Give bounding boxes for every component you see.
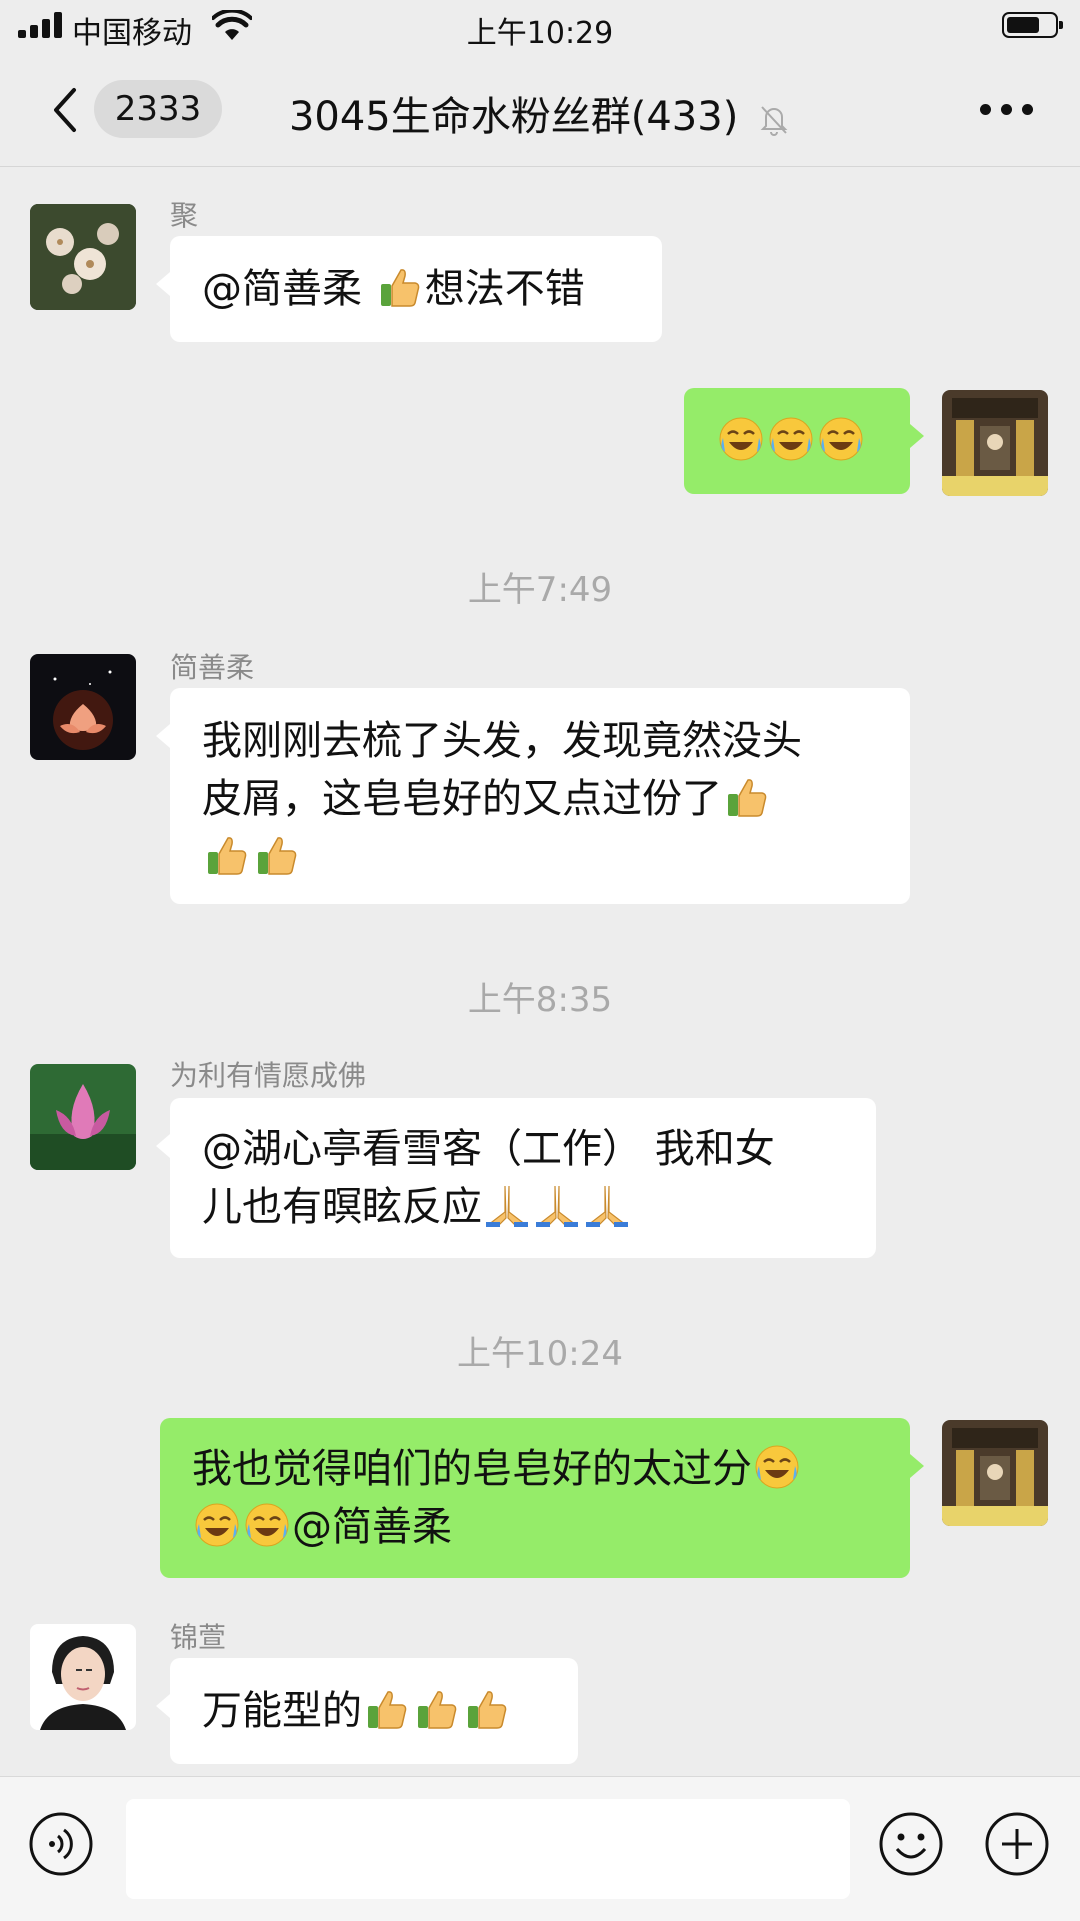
- timestamp: 上午8:35: [467, 980, 613, 1020]
- sender-name: 简善柔: [170, 651, 255, 684]
- avatar[interactable]: [30, 1624, 136, 1730]
- message-input[interactable]: [126, 1799, 850, 1899]
- message-bubble[interactable]: @简善柔 想法不错: [156, 236, 662, 342]
- avatar[interactable]: [30, 1064, 136, 1170]
- message-text-line: @湖心亭看雪客（工作） 我和女: [202, 1126, 775, 1172]
- battery-icon: [1002, 12, 1063, 38]
- folded-hands-icon: [486, 1185, 528, 1227]
- thumbs-up-icon: [728, 779, 767, 817]
- sender-name: 锦萱: [170, 1621, 227, 1654]
- laugh-cry-emoji-icon: [245, 1503, 289, 1547]
- my-avatar[interactable]: [942, 1420, 1048, 1526]
- timestamp: 上午10:24: [457, 1334, 623, 1374]
- message-text: 万能型的: [202, 1688, 362, 1734]
- thumbs-up-icon: [368, 1691, 407, 1729]
- more-options-icon[interactable]: [980, 104, 1034, 116]
- message-bubble[interactable]: 我刚刚去梳了头发，发现竟然没头 皮屑，这皂皂好的又点过份了: [156, 688, 910, 904]
- message-text: @简善柔: [202, 266, 375, 312]
- woman-portrait-avatar-image: [30, 1624, 136, 1730]
- message-bubble[interactable]: [684, 388, 924, 494]
- message-text-line: 我刚刚去梳了头发，发现竟然没头: [202, 718, 802, 764]
- message-text-line: 儿也有暝眩反应: [202, 1184, 482, 1230]
- flower-avatar-image: [30, 204, 136, 310]
- laugh-cry-emoji-icon: [755, 1445, 799, 1489]
- sender-name: 为利有情愿成佛: [170, 1059, 367, 1092]
- message-bubble[interactable]: @湖心亭看雪客（工作） 我和女 儿也有暝眩反应: [156, 1098, 876, 1258]
- mute-bell-icon: [760, 106, 788, 136]
- folded-hands-icon: [586, 1185, 628, 1227]
- avatar[interactable]: [30, 654, 136, 760]
- laugh-cry-emoji-icon: [719, 417, 763, 461]
- laugh-cry-emoji-icon: [769, 417, 813, 461]
- status-time: 上午10:29: [466, 16, 614, 51]
- pink-lotus-avatar-image: [30, 1064, 136, 1170]
- thumbs-up-icon: [380, 269, 420, 307]
- emoji-picker-icon[interactable]: [878, 1811, 944, 1877]
- message-text-line: @简善柔: [292, 1504, 452, 1550]
- voice-input-icon[interactable]: [28, 1811, 94, 1877]
- temple-avatar-image: [942, 1420, 1048, 1526]
- my-avatar[interactable]: [942, 390, 1048, 496]
- page-title: 3045生命水粉丝群(433): [288, 94, 739, 140]
- sender-name: 聚: [170, 199, 199, 232]
- timestamp: 上午7:49: [467, 570, 613, 610]
- message-text-line: 皮屑，这皂皂好的又点过份了: [202, 776, 722, 822]
- chat-header: 2333 3045生命水粉丝群(433): [0, 54, 1080, 167]
- avatar[interactable]: [30, 204, 136, 310]
- laugh-cry-emoji-icon: [195, 1503, 239, 1547]
- page-title-container: 3045生命水粉丝群(433): [0, 84, 1080, 142]
- lotus-dark-avatar-image: [30, 654, 136, 760]
- laugh-cry-emoji-icon: [819, 417, 863, 461]
- thumbs-up-icon: [258, 837, 297, 875]
- temple-avatar-image: [942, 390, 1048, 496]
- message-text-2: 想法不错: [424, 266, 585, 312]
- thumbs-up-icon: [468, 1691, 507, 1729]
- message-bubble[interactable]: 万能型的: [156, 1658, 578, 1764]
- add-more-icon[interactable]: [984, 1811, 1050, 1877]
- message-bubble[interactable]: 我也觉得咱们的皂皂好的太过分 @简善柔: [160, 1418, 924, 1578]
- thumbs-up-icon: [418, 1691, 457, 1729]
- thumbs-up-icon: [208, 837, 247, 875]
- chat-input-bar: [0, 1776, 1080, 1921]
- status-bar: 中国移动 上午10:29: [0, 0, 1080, 54]
- message-text-line: 我也觉得咱们的皂皂好的太过分: [192, 1446, 752, 1492]
- folded-hands-icon: [536, 1185, 578, 1227]
